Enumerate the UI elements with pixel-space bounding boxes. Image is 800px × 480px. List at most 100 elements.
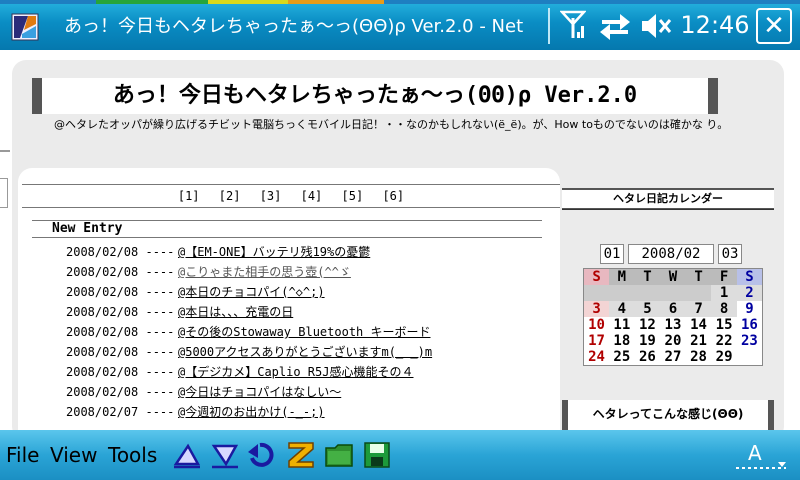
calendar-day[interactable]: 14 bbox=[686, 317, 712, 333]
entry-date: 2008/02/08 ---- bbox=[66, 265, 175, 279]
title-separator bbox=[548, 8, 550, 44]
calendar-heading-bar: ヘタレ日記カレンダー bbox=[562, 188, 774, 210]
page-link-5[interactable]: [5] bbox=[342, 185, 364, 207]
calendar-day[interactable]: 27 bbox=[660, 349, 686, 366]
entry-link[interactable]: @5000アクセスありがとうございますm(_ _)m bbox=[178, 345, 432, 359]
entry-link[interactable]: @【デジカメ】Caplio R5J感心機能その４ bbox=[178, 365, 413, 379]
entry-link[interactable]: @その後のStowaway Bluetooth キーボード bbox=[178, 325, 431, 339]
calendar-day[interactable]: 19 bbox=[635, 333, 661, 349]
calendar-heading: ヘタレ日記カレンダー bbox=[562, 190, 774, 208]
calendar-day bbox=[685, 285, 712, 301]
about-heading: ヘタレってこんな感じ(ΘΘ) bbox=[592, 407, 744, 421]
page-link-2[interactable]: [2] bbox=[219, 185, 241, 207]
calendar-day[interactable]: 9 bbox=[737, 301, 763, 317]
entry-link[interactable]: @本日は、、、充電の日 bbox=[178, 305, 293, 319]
calendar-next-month[interactable]: 03 bbox=[718, 244, 742, 264]
site-description: @ヘタレたオッパが繰り広げるチビット電脳ちっくモバイル日記！・・なのかもしれない… bbox=[54, 118, 729, 131]
calendar-day[interactable]: 20 bbox=[660, 333, 686, 349]
bottom-toolbar: File View Tools A bbox=[0, 430, 800, 480]
calendar-day[interactable]: 6 bbox=[660, 301, 686, 317]
prev-page-icon[interactable] bbox=[172, 440, 202, 470]
calendar-day[interactable]: 28 bbox=[686, 349, 712, 366]
list-item: 2008/02/08 ---- @【EM-ONE】バッテリ残19%の憂鬱 bbox=[66, 242, 556, 262]
calendar-day[interactable]: 11 bbox=[609, 317, 635, 333]
calendar-day[interactable]: 1 bbox=[711, 285, 737, 301]
entry-link[interactable]: @【EM-ONE】バッテリ残19%の憂鬱 bbox=[178, 245, 370, 259]
close-button[interactable]: ✕ bbox=[756, 8, 792, 44]
entry-link[interactable]: @本日のチョコパイ(^◇^;) bbox=[178, 285, 325, 299]
weekday-label: W bbox=[660, 268, 686, 285]
list-item: 2008/02/08 ---- @今日はチョコパイはなしい～ bbox=[66, 382, 556, 402]
site-header: あっ！今日もヘタレちゃったぁ～っ(ΘΘ)ρ Ver.2.0 bbox=[32, 78, 718, 114]
calendar-day[interactable]: 18 bbox=[609, 333, 635, 349]
input-method-icon[interactable]: A bbox=[732, 438, 790, 472]
zoom-icon[interactable] bbox=[286, 440, 316, 470]
calendar-grid: S M T W T F S 1 2 3 4 5 6 7 8 9 10 11 12… bbox=[583, 268, 763, 366]
calendar-day[interactable]: 26 bbox=[635, 349, 661, 366]
calendar-day[interactable]: 22 bbox=[711, 333, 737, 349]
calendar-week: 10 11 12 13 14 15 16 bbox=[584, 317, 763, 333]
menu-tools[interactable]: Tools bbox=[108, 440, 164, 470]
connectivity-icon[interactable] bbox=[598, 12, 632, 40]
page-links: [1] [2] [3] [4] [5] [6] bbox=[22, 184, 560, 208]
calendar-day[interactable]: 7 bbox=[685, 301, 712, 317]
weekday-label: S bbox=[736, 268, 763, 285]
entry-date: 2008/02/08 ---- bbox=[66, 305, 175, 319]
favorites-folder-icon[interactable] bbox=[324, 440, 354, 470]
page-link-1[interactable]: [1] bbox=[178, 185, 200, 207]
entry-date: 2008/02/08 ---- bbox=[66, 345, 175, 359]
clock[interactable]: 12:46 bbox=[680, 10, 750, 40]
web-content[interactable]: あっ！今日もヘタレちゃったぁ～っ(ΘΘ)ρ Ver.2.0 @ヘタレたオッパが繰… bbox=[0, 50, 800, 430]
calendar-day[interactable]: 24 bbox=[584, 349, 610, 366]
weekday-label: S bbox=[583, 268, 610, 285]
calendar-week: 24 25 26 27 28 29 bbox=[584, 349, 763, 366]
entry-list: 2008/02/08 ---- @【EM-ONE】バッテリ残19%の憂鬱 2008… bbox=[66, 242, 556, 430]
entry-date: 2008/02/08 ---- bbox=[66, 245, 175, 259]
calendar-day[interactable]: 2 bbox=[736, 285, 763, 301]
calendar-day[interactable]: 23 bbox=[737, 333, 763, 349]
list-item: 2008/02/08 ---- @本日は、、、充電の日 bbox=[66, 302, 556, 322]
calendar-day[interactable]: 8 bbox=[711, 301, 737, 317]
list-item: 2008/02/08 ---- @【デジカメ】Caplio R5J感心機能その４ bbox=[66, 362, 556, 382]
calendar-current-month: 2008/02 bbox=[628, 244, 714, 264]
calendar-day[interactable]: 5 bbox=[634, 301, 661, 317]
calendar-day[interactable]: 4 bbox=[609, 301, 635, 317]
calendar-day[interactable]: 13 bbox=[660, 317, 686, 333]
calendar-day[interactable]: 29 bbox=[711, 349, 737, 366]
left-edge-rule bbox=[0, 150, 10, 152]
title-bar: あっ！今日もヘタレちゃったぁ～っ(ΘΘ)ρ Ver.2.0 - Net 12:4… bbox=[0, 0, 800, 50]
calendar-day[interactable]: 21 bbox=[686, 333, 712, 349]
calendar-day bbox=[634, 285, 661, 301]
save-icon[interactable] bbox=[362, 440, 392, 470]
calendar-day[interactable]: 12 bbox=[635, 317, 661, 333]
calendar-day[interactable]: 15 bbox=[711, 317, 737, 333]
signal-strength-icon[interactable] bbox=[560, 10, 586, 40]
entry-date: 2008/02/08 ---- bbox=[66, 285, 175, 299]
calendar-week: 17 18 19 20 21 22 23 bbox=[584, 333, 763, 349]
window-title[interactable]: あっ！今日もヘタレちゃったぁ～っ(ΘΘ)ρ Ver.2.0 - Net bbox=[64, 14, 548, 40]
calendar-day[interactable]: 16 bbox=[737, 317, 763, 333]
menu-view[interactable]: View bbox=[50, 440, 102, 470]
page-link-3[interactable]: [3] bbox=[260, 185, 282, 207]
menu-file[interactable]: File bbox=[6, 440, 46, 470]
entry-link[interactable]: @今日はチョコパイはなしい～ bbox=[178, 385, 341, 399]
weekday-label: T bbox=[634, 268, 661, 285]
entry-link[interactable]: @こりゃまた相手の思う壺(^^ゞ bbox=[178, 265, 351, 279]
page-link-4[interactable]: [4] bbox=[301, 185, 323, 207]
calendar-day[interactable]: 25 bbox=[609, 349, 635, 366]
browser-app-icon[interactable] bbox=[10, 12, 40, 42]
calendar-prev-month[interactable]: 01 bbox=[600, 244, 624, 264]
calendar-day bbox=[609, 285, 635, 301]
weekday-label: F bbox=[711, 268, 737, 285]
volume-muted-icon[interactable] bbox=[640, 12, 672, 40]
next-page-icon[interactable] bbox=[210, 440, 240, 470]
calendar-day[interactable]: 10 bbox=[584, 317, 610, 333]
calendar-day[interactable]: 3 bbox=[583, 301, 610, 317]
calendar-day[interactable]: 17 bbox=[584, 333, 610, 349]
back-icon[interactable] bbox=[246, 440, 276, 470]
title-bar-color-strip bbox=[0, 0, 800, 4]
calendar-day bbox=[583, 285, 610, 301]
entry-link[interactable]: @今週初のお出かけ(-_-;) bbox=[178, 405, 325, 419]
page-link-6[interactable]: [6] bbox=[382, 185, 404, 207]
list-item: 2008/02/08 ---- @5000アクセスありがとうございますm(_ _)… bbox=[66, 342, 556, 362]
